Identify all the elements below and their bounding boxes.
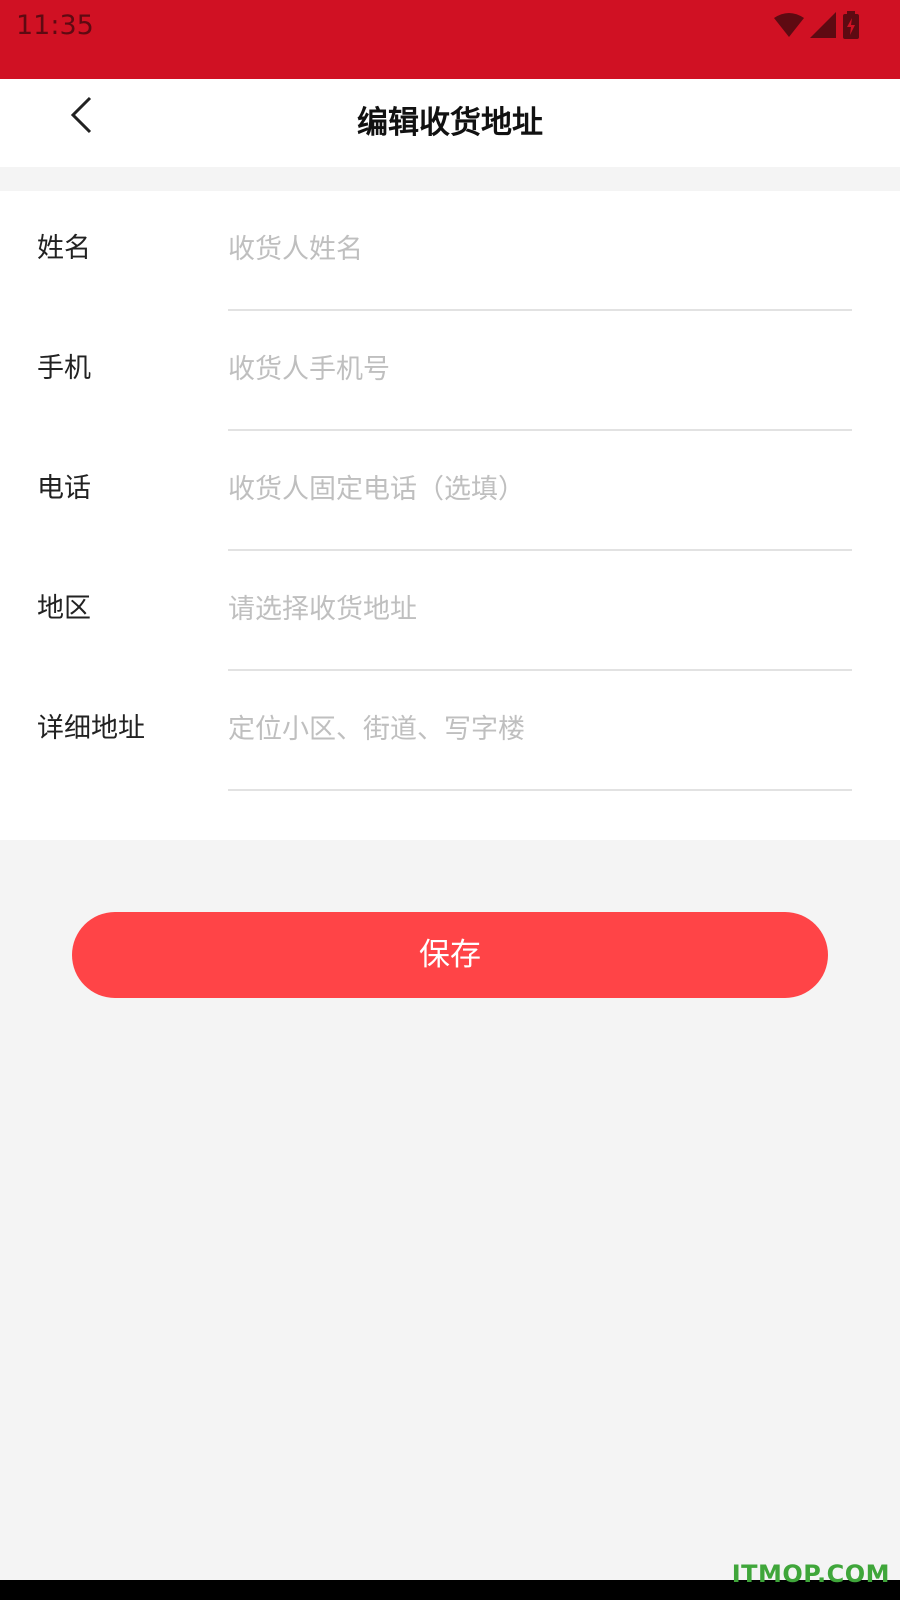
region-row: 地区 <box>0 551 900 671</box>
address-detail-input[interactable] <box>228 701 852 757</box>
address-detail-row: 详细地址 <box>0 671 900 791</box>
name-label: 姓名 <box>37 233 91 264</box>
wifi-icon <box>774 13 804 37</box>
cell-signal-icon <box>810 12 836 38</box>
status-bar: 11:35 <box>0 0 900 79</box>
divider <box>228 789 852 791</box>
save-button[interactable]: 保存 <box>72 912 828 998</box>
mobile-row: 手机 <box>0 311 900 431</box>
phone-row: 电话 <box>0 431 900 551</box>
back-arrow-icon <box>70 96 92 134</box>
status-icons <box>774 10 860 40</box>
mobile-label: 手机 <box>37 353 91 384</box>
name-row: 姓名 <box>0 191 900 311</box>
battery-icon <box>843 11 859 39</box>
region-label: 地区 <box>37 593 91 624</box>
phone-input[interactable] <box>228 461 852 517</box>
name-input[interactable] <box>228 221 852 277</box>
address-form: 姓名 手机 电话 地区 详细地址 <box>0 191 900 840</box>
watermark: ITMOP.COM <box>731 1560 890 1588</box>
region-selector[interactable] <box>228 581 852 637</box>
back-button[interactable] <box>58 93 106 141</box>
mobile-input[interactable] <box>228 341 852 397</box>
phone-label: 电话 <box>37 473 91 504</box>
page-title: 编辑收货地址 <box>357 105 543 141</box>
address-detail-label: 详细地址 <box>37 713 145 744</box>
header: 编辑收货地址 <box>0 79 900 167</box>
status-time: 11:35 <box>16 10 94 41</box>
